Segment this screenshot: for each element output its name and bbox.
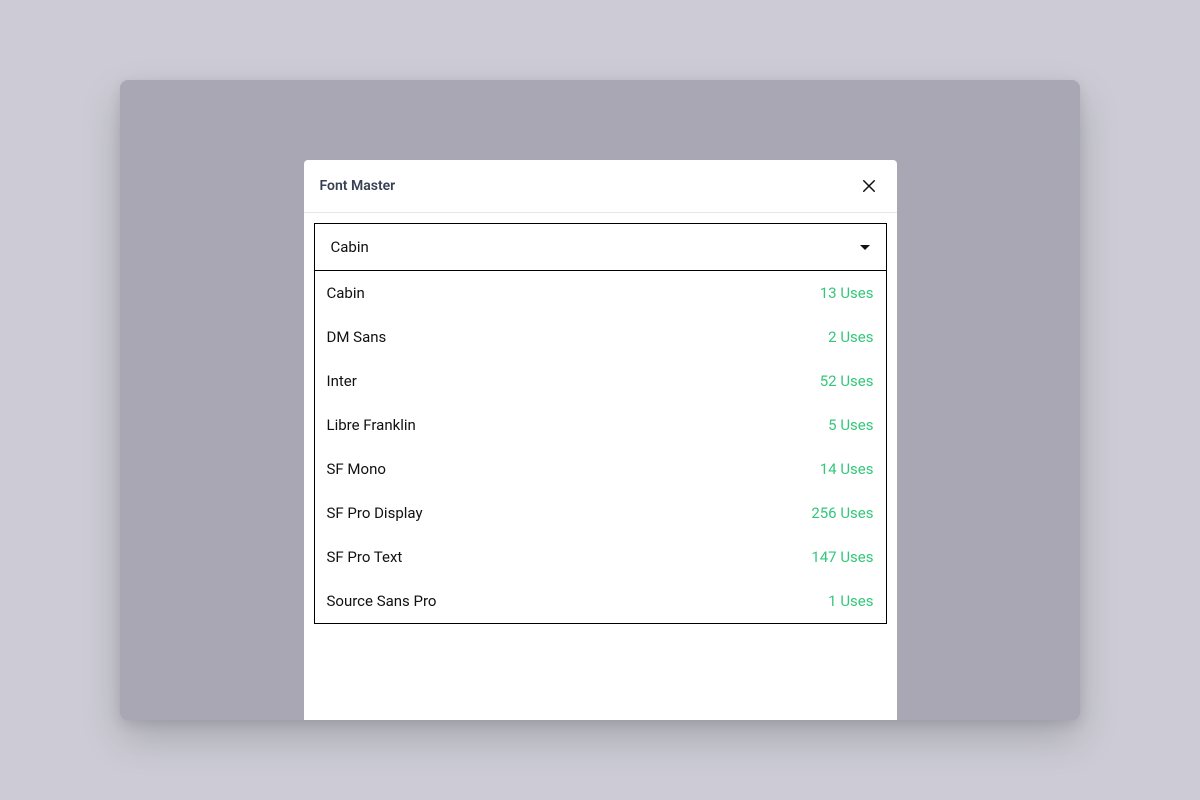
font-option-name: Source Sans Pro [327, 592, 437, 610]
chevron-down-icon [860, 245, 870, 250]
font-option-name: SF Mono [327, 460, 386, 478]
modal-title: Font Master [320, 178, 396, 194]
font-option-uses: 5 Uses [828, 416, 873, 434]
modal-body: Cabin Cabin 13 Uses DM Sans 2 Uses Inter 52 U… [304, 213, 897, 720]
close-button[interactable] [857, 174, 881, 198]
font-option-uses: 147 Uses [811, 548, 873, 566]
font-dropdown: Cabin 13 Uses DM Sans 2 Uses Inter 52 Uses Lib… [315, 270, 886, 623]
font-option-uses: 2 Uses [828, 328, 873, 346]
font-master-modal: Font Master Cabin Cabin 13 Uses DM Sans 2 U… [304, 160, 897, 720]
font-select-value: Cabin [331, 238, 369, 256]
font-option[interactable]: SF Mono 14 Uses [315, 447, 886, 491]
font-option-uses: 1 Uses [828, 592, 873, 610]
font-option[interactable]: Source Sans Pro 1 Uses [315, 579, 886, 623]
font-option-uses: 52 Uses [820, 372, 874, 390]
font-option-name: Libre Franklin [327, 416, 416, 434]
font-option[interactable]: SF Pro Display 256 Uses [315, 491, 886, 535]
font-option-name: DM Sans [327, 328, 387, 346]
app-backdrop: Font Master Cabin Cabin 13 Uses DM Sans 2 U… [120, 80, 1080, 720]
modal-header: Font Master [304, 160, 897, 213]
font-option[interactable]: DM Sans 2 Uses [315, 315, 886, 359]
font-option-uses: 13 Uses [820, 284, 874, 302]
font-option-uses: 256 Uses [811, 504, 873, 522]
close-icon [860, 177, 878, 195]
font-select-wrap: Cabin Cabin 13 Uses DM Sans 2 Uses Inter 52 U… [314, 223, 887, 624]
font-option-name: Inter [327, 372, 357, 390]
font-option[interactable]: Cabin 13 Uses [315, 271, 886, 315]
font-option[interactable]: SF Pro Text 147 Uses [315, 535, 886, 579]
font-option-name: Cabin [327, 284, 365, 302]
font-option[interactable]: Libre Franklin 5 Uses [315, 403, 886, 447]
font-option-uses: 14 Uses [820, 460, 874, 478]
font-option[interactable]: Inter 52 Uses [315, 359, 886, 403]
font-option-name: SF Pro Text [327, 548, 403, 566]
font-select[interactable]: Cabin [315, 224, 886, 270]
font-option-name: SF Pro Display [327, 504, 423, 522]
